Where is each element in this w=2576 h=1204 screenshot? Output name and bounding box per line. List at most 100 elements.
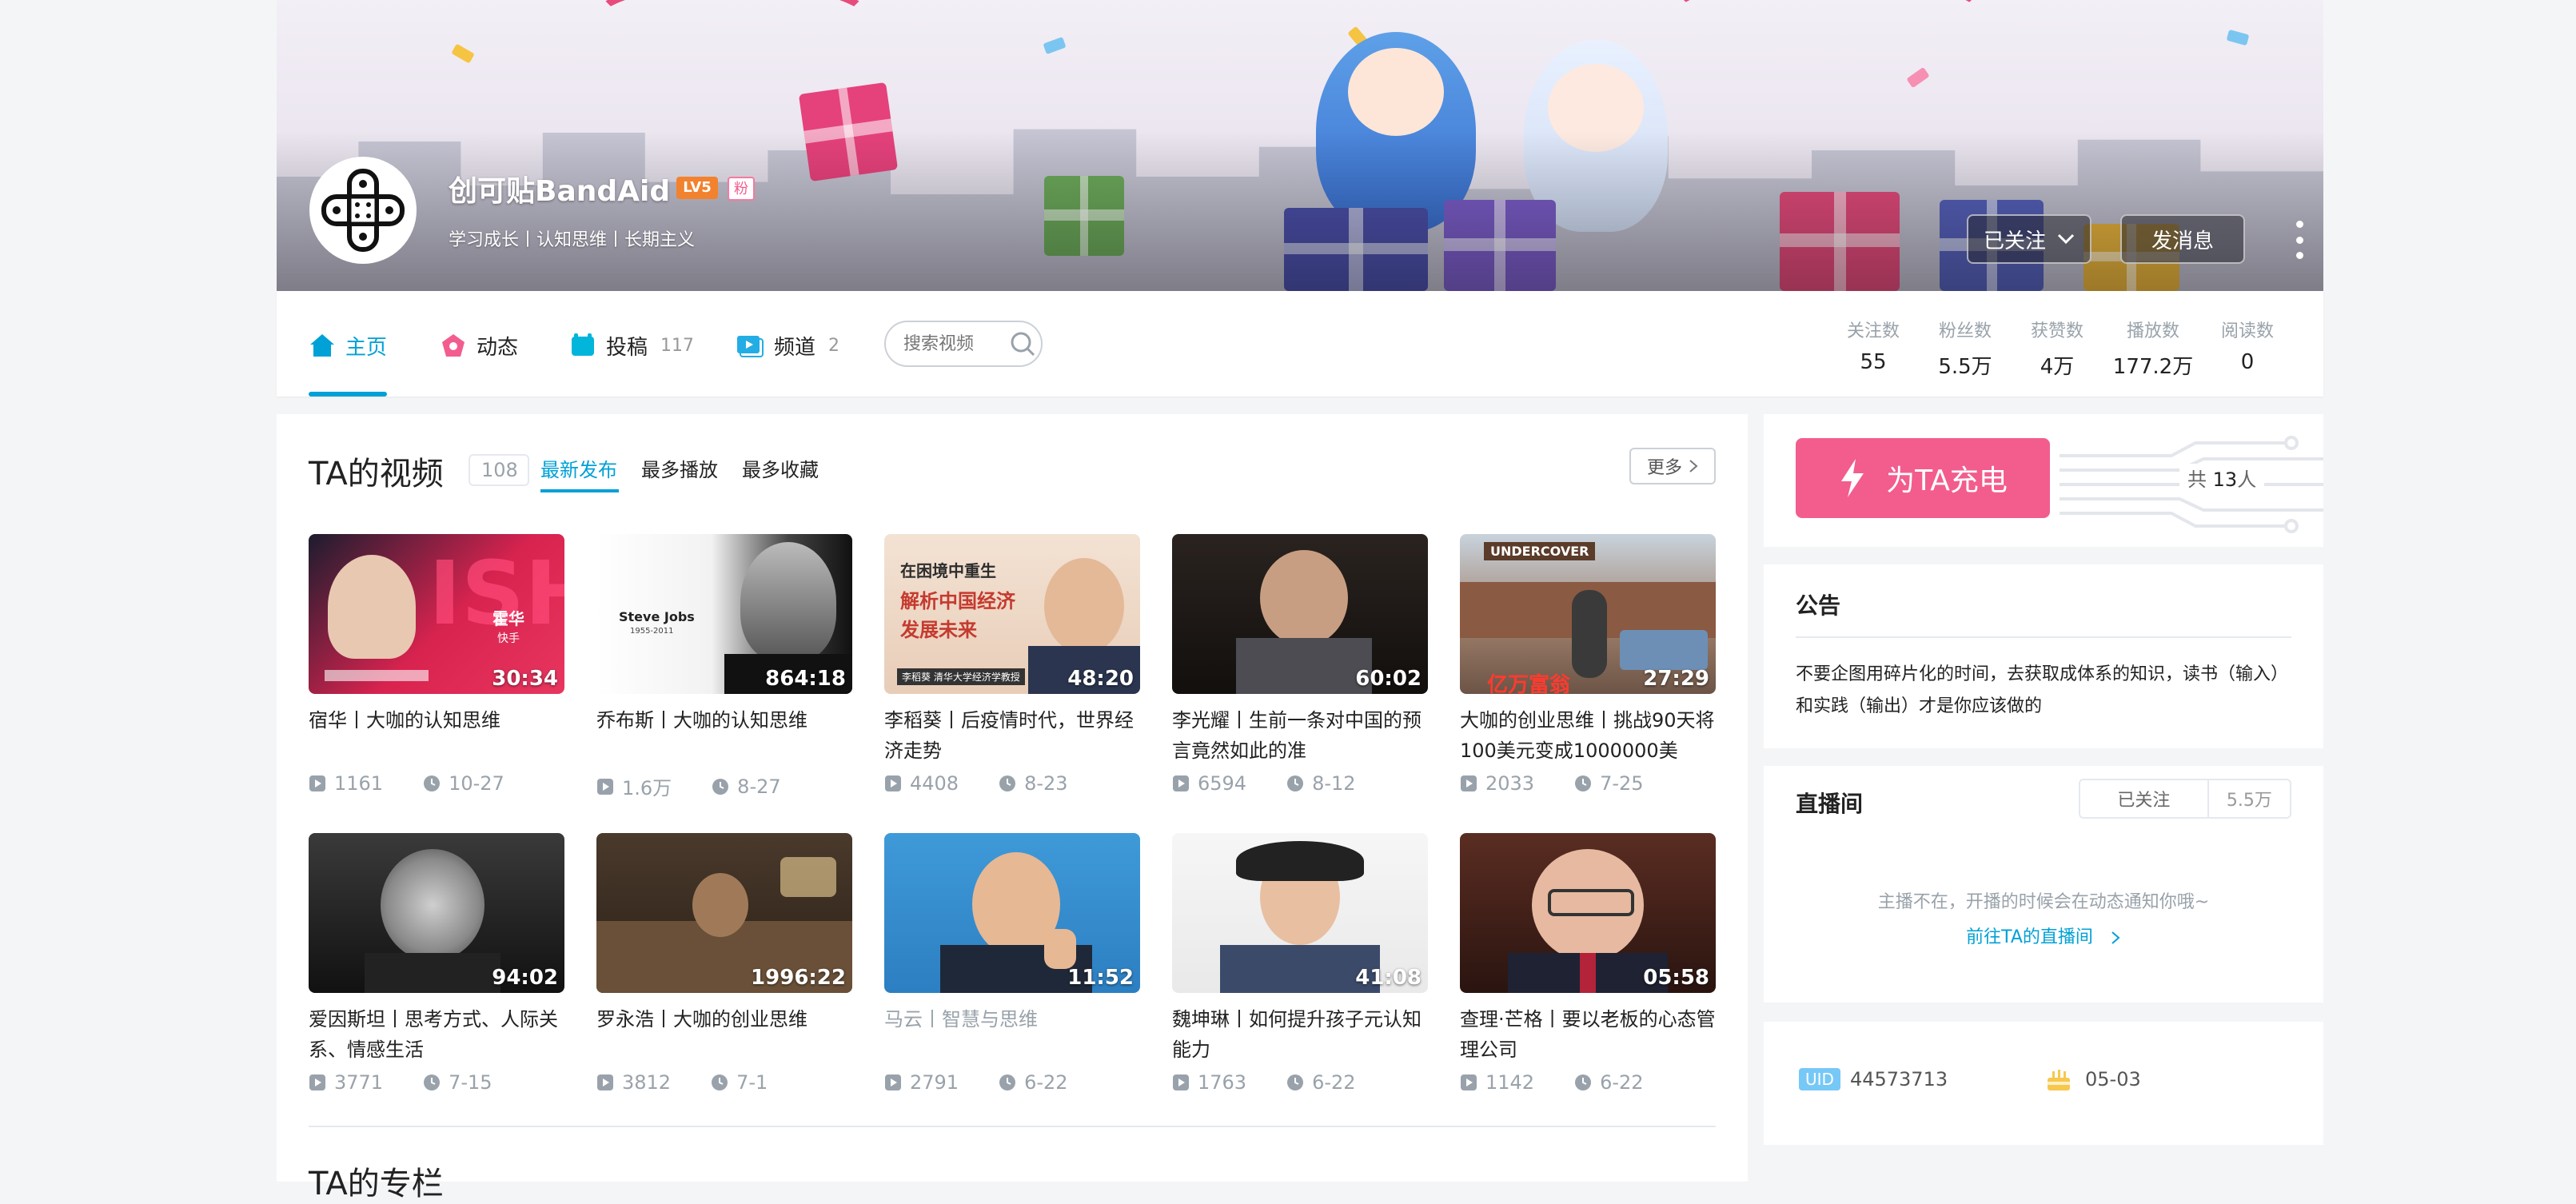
tab-label: 频道 [774, 335, 816, 360]
more-button-label: 更多 [1646, 458, 1682, 478]
video-card[interactable]: Steve Jobs 1955-2011 864:18 乔布斯丨大咖的认知思维 … [596, 534, 852, 800]
charge-total-value: 13 [2212, 468, 2238, 491]
banner-shade [277, 131, 2323, 291]
tab-dynamic[interactable]: 动态 [440, 329, 518, 361]
message-button[interactable]: 发消息 [2120, 214, 2245, 264]
play-count-icon [885, 775, 901, 791]
video-card[interactable]: UNDERCOVER 亿万富翁 27:29 大咖的创业思维丨挑战90天将100美… [1460, 534, 1716, 795]
fan-badge[interactable]: 粉 [728, 177, 755, 201]
sort-most-favorited[interactable]: 最多收藏 [742, 454, 819, 482]
upload-icon [572, 333, 594, 356]
video-thumbnail[interactable]: 在困境中重生 解析中国经济 发展未来 李稻葵 清华大学经济学教授 48:20 [884, 534, 1140, 694]
clock-icon [424, 775, 441, 791]
thumb-text: Steve Jobs [619, 609, 695, 624]
video-title[interactable]: 乔布斯丨大咖的认知思维 [596, 705, 852, 766]
cake-icon [2048, 1070, 2070, 1090]
video-card[interactable]: 94:02 爱因斯坦丨思考方式、人际关系、情感生活 3771 7-15 [309, 833, 564, 1094]
video-title[interactable]: 罗永浩丨大咖的创业思维 [596, 1004, 852, 1065]
video-meta: 3812 7-1 [596, 1071, 852, 1094]
chevron-right-icon [2111, 931, 2120, 944]
video-card[interactable]: 41:08 魏坤琳丨如何提升孩子元认知能力 1763 6-22 [1172, 833, 1428, 1094]
search-input[interactable] [902, 333, 1009, 355]
video-count-badge: 108 [469, 454, 529, 486]
video-duration: 94:02 [492, 966, 558, 990]
video-card[interactable]: 11:52 马云丨智慧与思维 2791 6-22 [884, 833, 1140, 1094]
stat-following[interactable]: 关注数 55 [1844, 317, 1903, 374]
sort-latest[interactable]: 最新发布 [540, 454, 617, 482]
thumb-text: 在困境中重生 [900, 561, 996, 580]
video-thumbnail[interactable]: ISH 霍华 快手 30:34 [309, 534, 564, 694]
active-sort-indicator [540, 489, 619, 492]
thumb-text: 1955-2011 [630, 627, 674, 636]
video-card[interactable]: 05:58 查理·芒格丨要以老板的心态管理公司 1142 6-22 [1460, 833, 1716, 1094]
live-room-link-label: 前往TA的直播间 [1966, 927, 2093, 947]
video-title[interactable]: 马云丨智慧与思维 [884, 1004, 1140, 1065]
avatar[interactable] [309, 157, 417, 264]
tab-channels[interactable]: 频道 2 [736, 329, 839, 361]
tab-home[interactable]: 主页 [309, 329, 387, 361]
video-duration: 864:18 [765, 667, 846, 691]
video-title[interactable]: 爱因斯坦丨思考方式、人际关系、情感生活 [309, 1004, 564, 1065]
sort-most-played[interactable]: 最多播放 [641, 454, 718, 482]
video-thumbnail[interactable]: 94:02 [309, 833, 564, 993]
video-thumbnail[interactable]: 11:52 [884, 833, 1140, 993]
more-options-icon[interactable] [2291, 221, 2307, 259]
user-name: 创可贴BandAid [449, 175, 671, 208]
video-title[interactable]: 李光耀丨生前一条对中国的预言竟然如此的准 [1172, 705, 1428, 766]
video-thumbnail[interactable]: Steve Jobs 1955-2011 864:18 [596, 534, 852, 694]
video-duration: 1996:22 [751, 966, 846, 990]
live-room-link[interactable]: 前往TA的直播间 [1764, 923, 2323, 948]
videos-panel: TA的视频 108 最新发布 最多播放 最多收藏 更多 ISH 霍华 快手 30… [277, 414, 1748, 1202]
dynamic-icon [442, 334, 465, 357]
info-card: UID 44573713 05-03 [1764, 1022, 2323, 1145]
video-title[interactable]: 大咖的创业思维丨挑战90天将100美元变成1000000美 [1460, 705, 1716, 766]
notice-title: 公告 [1796, 592, 1841, 619]
birthday-value: 05-03 [2085, 1068, 2141, 1090]
notice-divider [1796, 636, 2291, 638]
video-card[interactable]: 1996:22 罗永浩丨大咖的创业思维 3812 7-1 [596, 833, 852, 1094]
video-card[interactable]: 60:02 李光耀丨生前一条对中国的预言竟然如此的准 6594 8-12 [1172, 534, 1428, 795]
thumb-text: 解析中国经济 [900, 590, 1015, 612]
play-count: 2033 [1485, 772, 1535, 795]
video-title[interactable]: 魏坤琳丨如何提升孩子元认知能力 [1172, 1004, 1428, 1065]
video-thumbnail[interactable]: 05:58 [1460, 833, 1716, 993]
section-divider [309, 1126, 1716, 1127]
live-follow-label[interactable]: 已关注 [2080, 780, 2209, 817]
video-title[interactable]: 宿华丨大咖的认知思维 [309, 705, 564, 766]
stat-label: 阅读数 [2220, 321, 2274, 341]
ribbon-decoration [277, 0, 500, 96]
video-meta: 1142 6-22 [1460, 1071, 1716, 1094]
play-count: 3771 [334, 1071, 384, 1094]
message-button-label: 发消息 [2151, 229, 2214, 253]
stat-value: 55 [1860, 350, 1887, 374]
video-thumbnail[interactable]: 1996:22 [596, 833, 852, 993]
video-thumbnail[interactable]: 41:08 [1172, 833, 1428, 993]
stat-fans[interactable]: 粉丝数 5.5万 [1932, 317, 1999, 380]
video-thumbnail[interactable]: UNDERCOVER 亿万富翁 27:29 [1460, 534, 1716, 694]
gamepad-cross-icon [321, 169, 405, 252]
publish-date: 8-12 [1312, 772, 1356, 795]
video-duration: 30:34 [492, 667, 558, 691]
charge-button[interactable]: 为TA充电 [1796, 438, 2050, 518]
uid-label: UID [1799, 1068, 1840, 1090]
play-count: 6594 [1198, 772, 1247, 795]
video-title[interactable]: 查理·芒格丨要以老板的心态管理公司 [1460, 1004, 1716, 1065]
character-face [1348, 48, 1444, 136]
more-button[interactable]: 更多 [1629, 448, 1716, 484]
search-box[interactable] [884, 321, 1043, 367]
video-meta: 2791 6-22 [884, 1071, 1140, 1094]
video-card[interactable]: 在困境中重生 解析中国经济 发展未来 李稻葵 清华大学经济学教授 48:20 李… [884, 534, 1140, 795]
charge-total: 共 13人 [2179, 464, 2265, 492]
search-icon[interactable] [1009, 330, 1036, 357]
active-tab-indicator [309, 392, 387, 397]
thumb-text: 快手 [497, 632, 520, 645]
follow-button[interactable]: 已关注 [1967, 214, 2092, 264]
home-icon [310, 334, 334, 357]
video-meta: 6594 8-12 [1172, 772, 1428, 795]
video-card[interactable]: ISH 霍华 快手 30:34 宿华丨大咖的认知思维 1161 10-27 [309, 534, 564, 795]
tab-uploads[interactable]: 投稿 117 [569, 329, 694, 361]
video-title[interactable]: 李稻葵丨后疫情时代，世界经济走势 [884, 705, 1140, 766]
video-thumbnail[interactable]: 60:02 [1172, 534, 1428, 694]
video-meta: 3771 7-15 [309, 1071, 564, 1094]
live-follow-widget[interactable]: 已关注 5.5万 [2079, 779, 2291, 819]
